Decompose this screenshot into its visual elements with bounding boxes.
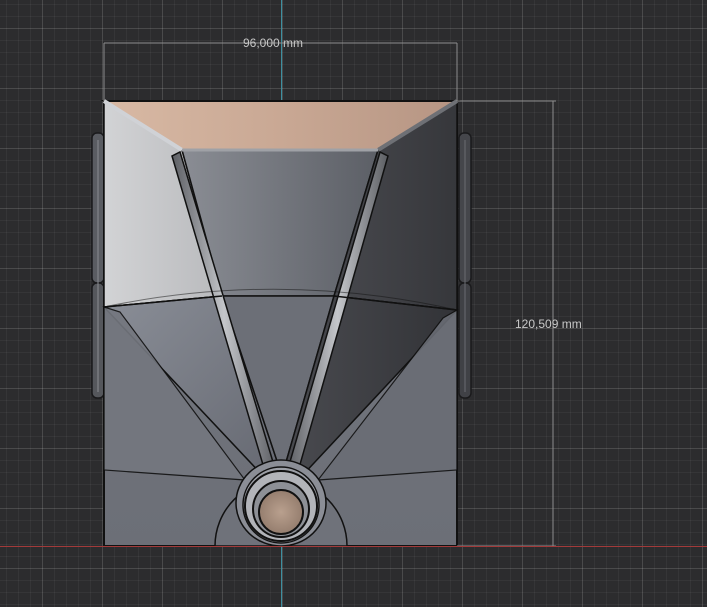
width-dimension-label[interactable]: 96,000 mm [243,36,303,50]
right-side-rail [458,132,472,399]
width-dimension [103,42,458,101]
x-axis-line [0,546,707,547]
outlet-bore [258,489,304,535]
funnel-model[interactable] [0,0,707,607]
height-dimension-label[interactable]: 120,509 mm [515,317,582,331]
left-side-rail [91,132,105,399]
cad-viewport[interactable]: 96,000 mm 120,509 mm [0,0,707,607]
